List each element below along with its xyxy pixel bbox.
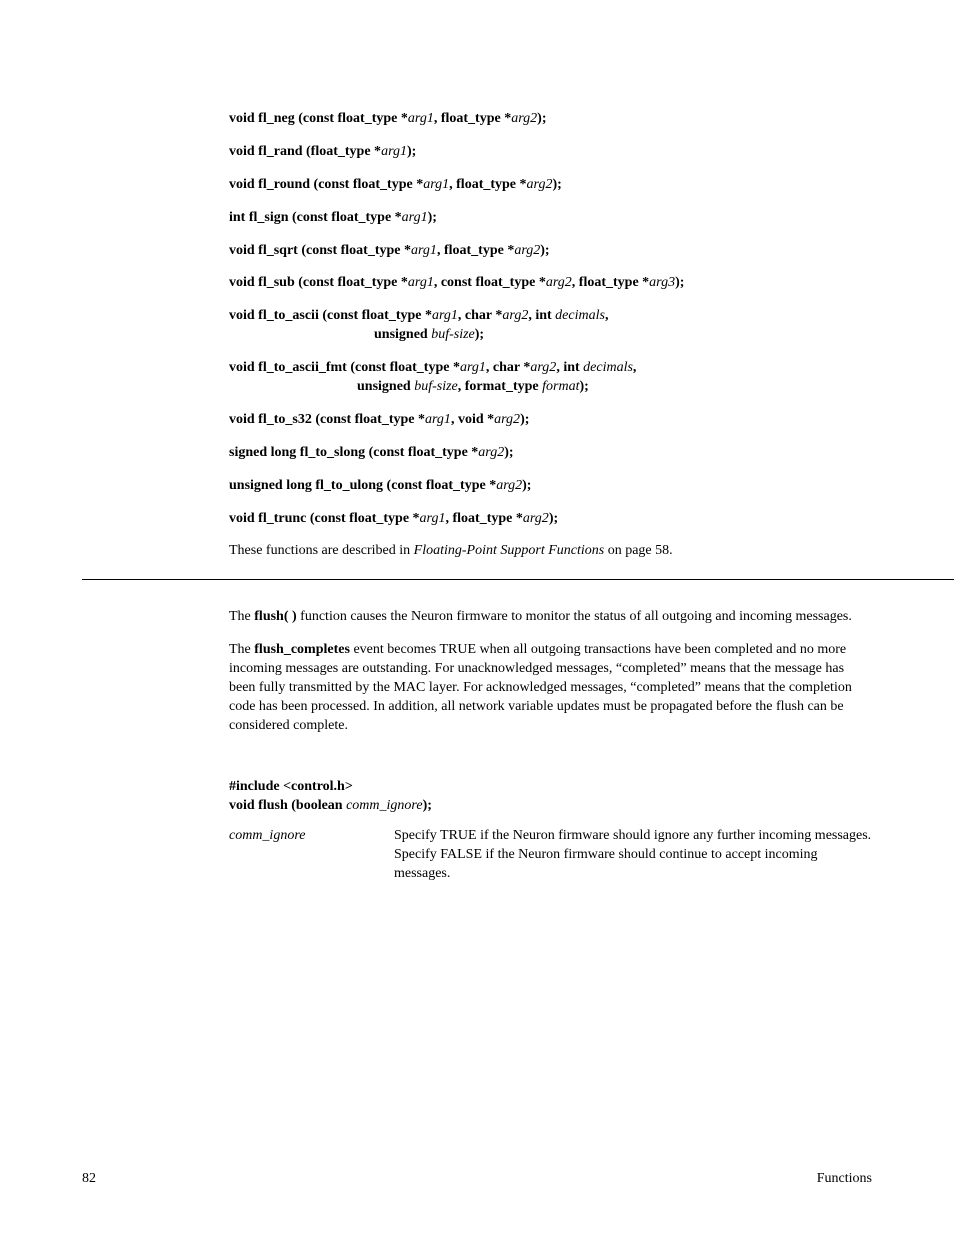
sig-fl-sqrt: void fl_sqrt (const float_type *arg1, fl… [229, 242, 872, 261]
sig-fl-to-ascii-fmt-line2: unsigned buf-size, format_type format); [357, 378, 872, 397]
sig-fl-to-slong: signed long fl_to_slong (const float_typ… [229, 444, 872, 463]
section-divider-wrap [82, 579, 954, 580]
flush-section: The flush( ) function causes the Neuron … [229, 608, 872, 884]
param-desc: Specify TRUE if the Neuron firmware shou… [394, 827, 872, 884]
page: void fl_neg (const float_type *arg1, flo… [0, 0, 954, 1235]
proto-line: void flush (boolean comm_ignore); [229, 797, 872, 816]
flush-paragraph-2: The flush_completes event becomes TRUE w… [229, 641, 872, 735]
page-footer: 82 Functions [82, 1171, 872, 1187]
include-line: #include <control.h> [229, 778, 872, 797]
sig-fl-to-ascii-line2: unsigned buf-size); [374, 326, 872, 345]
sig-fl-to-ascii: void fl_to_ascii (const float_type *arg1… [229, 307, 872, 345]
param-term: comm_ignore [229, 827, 374, 884]
section-name: Functions [817, 1171, 872, 1187]
section-divider [82, 579, 954, 580]
spacer [229, 750, 872, 778]
functions-described-line: These functions are described in Floatin… [229, 542, 872, 561]
sig-fl-neg: void fl_neg (const float_type *arg1, flo… [229, 110, 872, 129]
sig-fl-sub: void fl_sub (const float_type *arg1, con… [229, 274, 872, 293]
sig-fl-to-ulong: unsigned long fl_to_ulong (const float_t… [229, 477, 872, 496]
sig-fl-to-ascii-fmt: void fl_to_ascii_fmt (const float_type *… [229, 359, 872, 397]
param-row-comm-ignore: comm_ignore Specify TRUE if the Neuron f… [229, 827, 872, 884]
flush-paragraph-1: The flush( ) function causes the Neuron … [229, 608, 872, 627]
flush-syntax: #include <control.h> void flush (boolean… [229, 778, 872, 816]
sig-fl-sign: int fl_sign (const float_type *arg1); [229, 209, 872, 228]
sig-fl-rand: void fl_rand (float_type *arg1); [229, 143, 872, 162]
sig-fl-round: void fl_round (const float_type *arg1, f… [229, 176, 872, 195]
content-block: void fl_neg (const float_type *arg1, flo… [229, 110, 872, 561]
page-number: 82 [82, 1171, 96, 1187]
sig-fl-trunc: void fl_trunc (const float_type *arg1, f… [229, 510, 872, 529]
sig-fl-to-s32: void fl_to_s32 (const float_type *arg1, … [229, 411, 872, 430]
